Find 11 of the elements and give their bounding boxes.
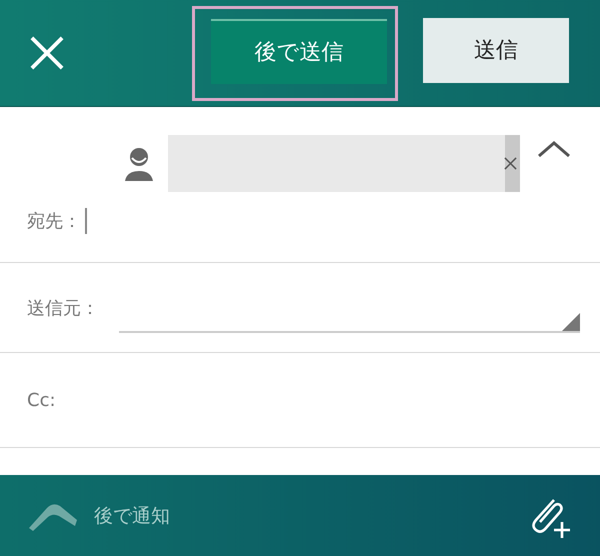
- close-icon[interactable]: [30, 36, 64, 70]
- caret-icon[interactable]: [537, 140, 571, 158]
- remove-button[interactable]: [505, 135, 520, 192]
- person-icon: [123, 146, 155, 180]
- remind-later-label[interactable]: 後で通知: [94, 502, 170, 528]
- field-label: 送信元：: [27, 296, 99, 320]
- send-button[interactable]: 送信: [423, 18, 569, 82]
- field-label: Cc:: [27, 390, 56, 410]
- field-label: 宛先：: [27, 210, 81, 233]
- close-icon: [504, 157, 517, 170]
- send-later-button[interactable]: 後で送信: [211, 18, 387, 84]
